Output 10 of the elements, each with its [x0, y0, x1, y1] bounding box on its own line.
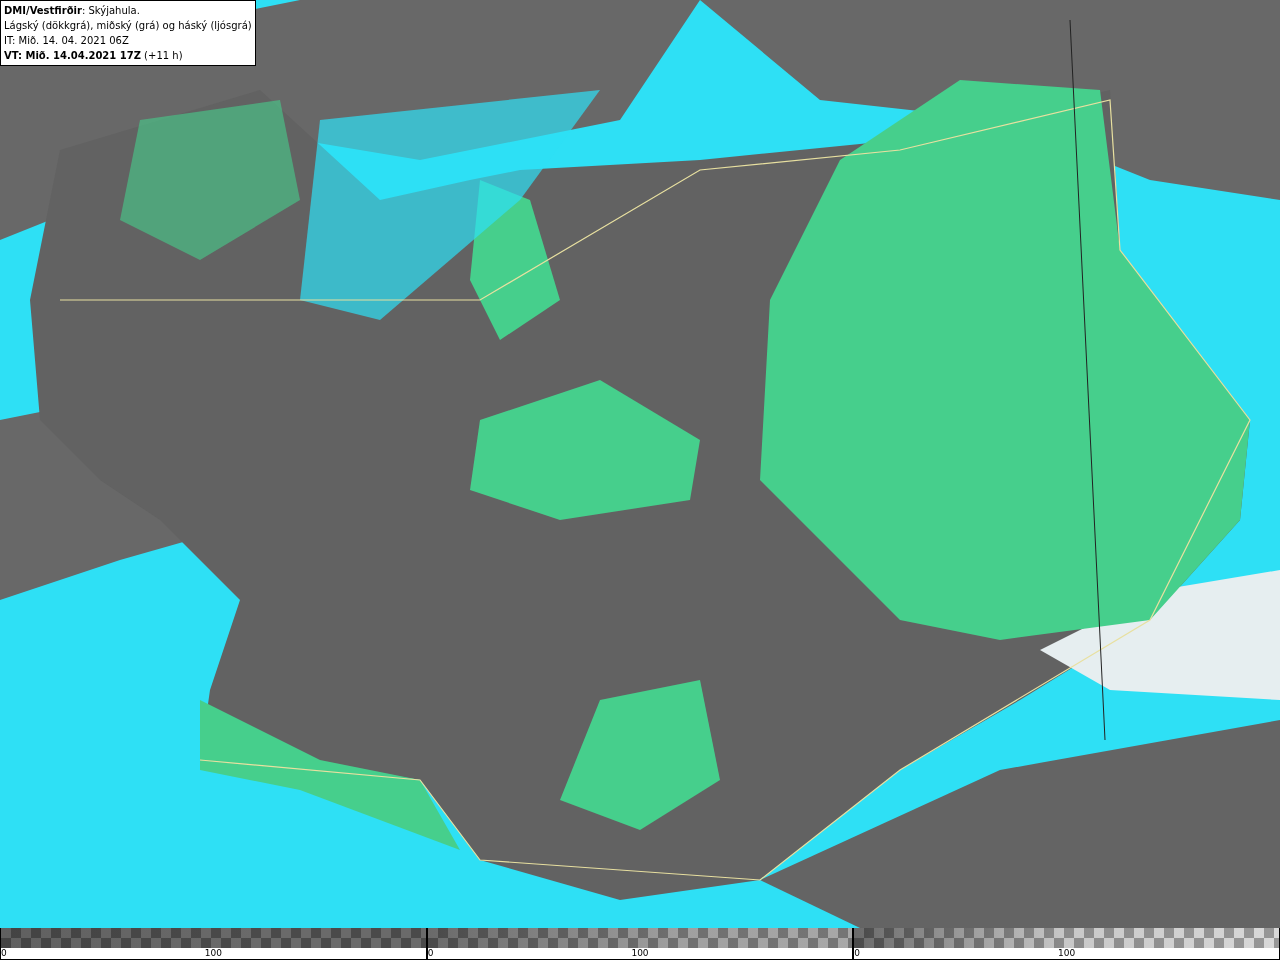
scale-label: 0 [427, 948, 434, 959]
info-text: DMI/Vestfirðir: Skýjahula. [4, 4, 141, 18]
info-text: IT: Mið. 14. 04. 2021 06Z [4, 34, 130, 48]
scale-label: 100 [1058, 948, 1076, 959]
info-text: VT: Mið. 14.04.2021 17Z (+11 h) [4, 49, 184, 63]
scale-label: 100 [631, 948, 649, 959]
scale-label: 0 [854, 948, 861, 959]
scale-label: 100 [204, 948, 222, 959]
scale-label: 0 [1, 948, 7, 959]
info-text: Lágský (dökkgrá), miðský (grá) og háský (ljósgrá) [4, 19, 252, 33]
